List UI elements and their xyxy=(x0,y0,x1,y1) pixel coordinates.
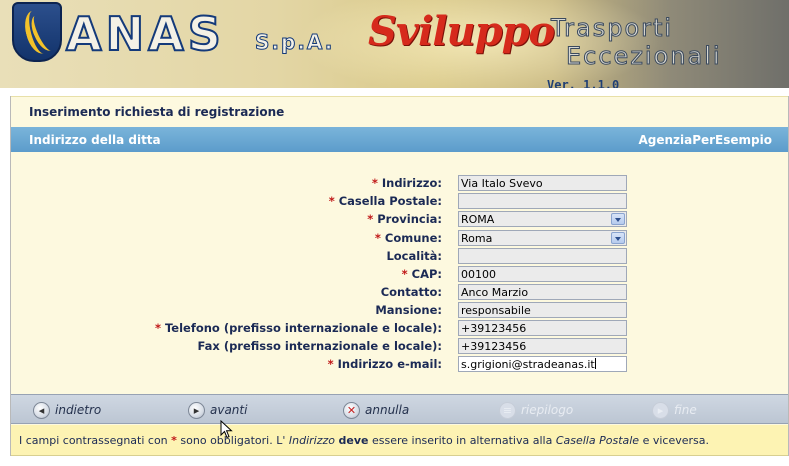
form-row-provincia: * Provincia: ROMA xyxy=(11,211,788,227)
summary-label: riepilogo xyxy=(521,403,574,417)
company-name: AgenziaPerEsempio xyxy=(638,133,772,147)
form-row-email: * Indirizzo e-mail: s.grigioni@stradeanas… xyxy=(11,356,788,372)
field-label: * Telefono (prefisso internazionale e loc… xyxy=(154,321,442,335)
required-marker: * xyxy=(328,194,335,208)
form-row-localita: Località: xyxy=(11,248,788,264)
cap-input[interactable]: 00100 xyxy=(458,266,627,282)
email-input[interactable]: s.grigioni@stradeanas.it xyxy=(458,356,627,372)
required-marker: * xyxy=(371,176,378,190)
provincia-value: ROMA xyxy=(461,213,495,226)
contatto-input[interactable]: Anco Marzio xyxy=(458,284,627,300)
arrow-right-circle-icon: ▸ xyxy=(652,401,669,419)
comune-value: Roma xyxy=(461,232,493,245)
localita-input[interactable] xyxy=(458,248,627,264)
required-marker: * xyxy=(367,212,374,226)
chevron-down-icon[interactable] xyxy=(611,232,625,244)
required-marker: * xyxy=(327,357,334,371)
indirizzo-input[interactable]: Via Italo Svevo xyxy=(458,175,627,191)
back-label: indietro xyxy=(55,403,102,417)
summary-button[interactable]: ≡ riepilogo xyxy=(499,401,573,419)
form-row-telefono: * Telefono (prefisso internazionale e loc… xyxy=(11,320,788,336)
registration-panel: Inserimento richiesta di registrazione I… xyxy=(10,96,789,456)
field-label: * Comune: xyxy=(374,231,442,245)
brand-name: ANAS xyxy=(65,7,225,61)
header-banner: ANAS S.p.A. Sviluppo Trasporti Ecceziona… xyxy=(0,0,789,96)
field-label: * Casella Postale: xyxy=(328,194,442,208)
navigation-bar: ◂ indietro ▸ avanti ✕ annulla ≡ riepilog… xyxy=(11,394,788,424)
field-label: * Provincia: xyxy=(367,212,442,226)
required-marker: * xyxy=(374,231,381,245)
form-row-contatto: Contatto: Anco Marzio xyxy=(11,284,788,300)
field-label: Fax (prefisso internazionale e locale): xyxy=(197,339,442,353)
form-row-fax: Fax (prefisso internazionale e locale): … xyxy=(11,338,788,354)
form-row-mansione: Mansione: responsabile xyxy=(11,302,788,318)
field-label: Mansione: xyxy=(375,303,442,317)
casella-postale-input[interactable] xyxy=(458,193,627,209)
page-title-bar: Inserimento richiesta di registrazione xyxy=(11,96,788,125)
next-label: avanti xyxy=(210,403,248,417)
document-icon: ≡ xyxy=(499,401,516,419)
form-row-comune: * Comune: Roma xyxy=(11,230,788,246)
required-marker: * xyxy=(154,321,161,335)
next-button[interactable]: ▸ avanti xyxy=(188,401,247,419)
field-label: * Indirizzo: xyxy=(371,176,442,190)
cancel-button[interactable]: ✕ annulla xyxy=(343,401,409,419)
page-title: Inserimento richiesta di registrazione xyxy=(29,105,285,119)
x-circle-icon: ✕ xyxy=(343,401,360,419)
app-title-line1: Trasporti xyxy=(550,14,674,42)
mansione-input[interactable]: responsabile xyxy=(458,302,627,318)
finish-button[interactable]: ▸ fine xyxy=(652,401,697,419)
required-marker: * xyxy=(171,434,177,447)
form-row-casella-postale: * Casella Postale: xyxy=(11,193,788,209)
section-header: Indirizzo della ditta AgenziaPerEsempio xyxy=(11,127,788,152)
note-text: I campi contrassegnati con * sono obblig… xyxy=(19,434,709,447)
text-caret xyxy=(594,358,596,369)
product-name: Sviluppo xyxy=(368,8,555,55)
email-value: s.grigioni@stradeanas.it xyxy=(461,358,595,371)
comune-select[interactable]: Roma xyxy=(458,230,627,246)
telefono-input[interactable]: +39123456 xyxy=(458,320,627,336)
chevron-down-icon[interactable] xyxy=(611,213,625,225)
address-form: * Indirizzo: Via Italo Svevo * Casella Pos… xyxy=(11,154,788,394)
field-label: * Indirizzo e-mail: xyxy=(327,357,442,371)
banner-bottom-stripe xyxy=(0,88,789,96)
field-label: Contatto: xyxy=(380,285,442,299)
back-button[interactable]: ◂ indietro xyxy=(33,401,101,419)
required-fields-note: I campi contrassegnati con * sono obblig… xyxy=(11,425,788,456)
field-label: * CAP: xyxy=(401,267,442,281)
finish-label: fine xyxy=(674,403,697,417)
fax-input[interactable]: +39123456 xyxy=(458,338,627,354)
field-label: Località: xyxy=(386,249,442,263)
arrow-left-circle-icon: ◂ xyxy=(33,401,50,419)
required-marker: * xyxy=(401,267,408,281)
anas-logo-icon xyxy=(12,2,62,62)
app-title-line2: Eccezionali xyxy=(566,42,722,70)
section-title: Indirizzo della ditta xyxy=(29,133,161,147)
form-row-indirizzo: * Indirizzo: Via Italo Svevo xyxy=(11,175,788,191)
brand-suffix: S.p.A. xyxy=(254,30,335,55)
form-row-cap: * CAP: 00100 xyxy=(11,266,788,282)
cancel-label: annulla xyxy=(365,403,410,417)
provincia-select[interactable]: ROMA xyxy=(458,211,627,227)
arrow-right-circle-icon: ▸ xyxy=(188,401,205,419)
